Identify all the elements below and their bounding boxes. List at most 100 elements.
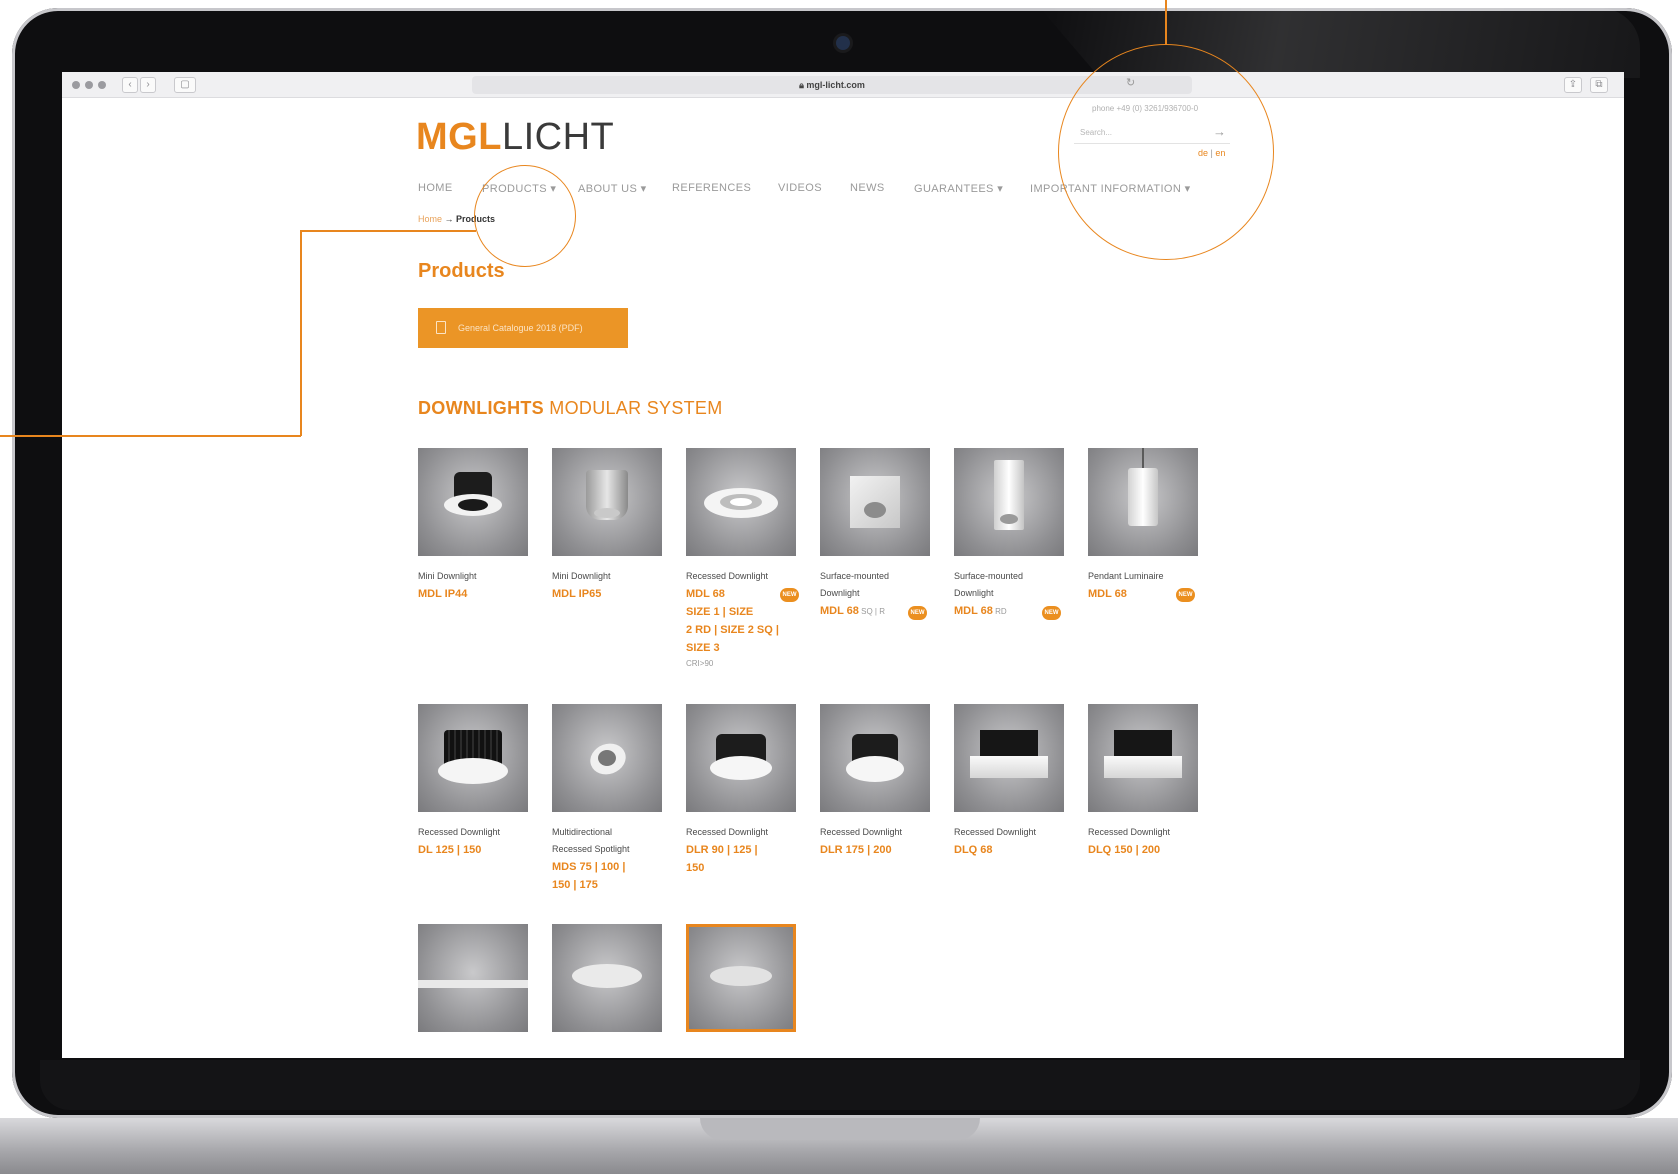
section-title-strong: DOWNLIGHTS xyxy=(418,398,544,418)
product-card[interactable] xyxy=(552,924,662,1032)
product-image[interactable] xyxy=(552,704,662,812)
callout-line xyxy=(300,230,476,232)
product-model-line[interactable]: 150 | 175 xyxy=(552,876,662,894)
product-cri: CRI>90 xyxy=(686,659,714,668)
product-image[interactable] xyxy=(418,704,528,812)
nav-item-about-us[interactable]: ABOUT US ▾ xyxy=(578,182,647,195)
section-title-rest: MODULAR SYSTEM xyxy=(544,398,723,418)
callout-circle-search xyxy=(1058,44,1274,260)
product-image[interactable] xyxy=(686,448,796,556)
product-image[interactable] xyxy=(954,448,1064,556)
product-description-line2: Downlight xyxy=(954,588,994,598)
product-description: Recessed Downlight xyxy=(686,827,769,837)
new-badge: NEW xyxy=(1176,588,1195,602)
forward-button[interactable]: › xyxy=(140,77,156,93)
product-description: Recessed Downlight xyxy=(1088,827,1171,837)
callout-line xyxy=(300,230,302,436)
browser-toolbar: ‹ › ▢ 🔒︎ mgl-licht.com ↻ ⇪ ⧉ xyxy=(62,72,1624,98)
camera-icon xyxy=(836,36,850,50)
product-image[interactable] xyxy=(686,704,796,812)
nav-item-news[interactable]: NEWS xyxy=(850,182,885,194)
product-card[interactable]: Surface-mounted Downlight MDL 68 SQ | R … xyxy=(820,448,930,621)
tabs-icon[interactable]: ⧉ xyxy=(1590,77,1608,93)
product-card[interactable]: Mini Downlight MDL IP44 xyxy=(418,448,528,603)
product-image[interactable] xyxy=(418,924,528,1032)
nav-item-home[interactable]: HOME xyxy=(418,182,453,194)
nav-item-guarantees[interactable]: GUARANTEES ▾ xyxy=(914,182,1003,195)
product-model-line[interactable]: 150 xyxy=(686,859,796,877)
product-image[interactable] xyxy=(820,448,930,556)
sidebar-button[interactable]: ▢ xyxy=(174,77,196,93)
new-badge: NEW xyxy=(908,606,927,620)
laptop-chin xyxy=(40,1060,1640,1110)
product-card[interactable] xyxy=(418,924,528,1032)
product-card[interactable]: Multidirectional Recessed Spotlight MDS … xyxy=(552,704,662,894)
product-description: Pendant Luminaire xyxy=(1088,571,1164,581)
product-model[interactable]: MDL IP44 xyxy=(418,585,528,603)
share-icon[interactable]: ⇪ xyxy=(1564,77,1582,93)
site-logo[interactable]: MGLLICHT xyxy=(416,116,614,159)
product-card[interactable]: Recessed Downlight MDL 68 SIZE 1 | SIZE … xyxy=(686,448,799,671)
url-text: mgl-licht.com xyxy=(806,80,865,90)
product-model[interactable]: DLQ 68 xyxy=(954,841,1064,859)
product-image[interactable] xyxy=(1088,704,1198,812)
product-card[interactable]: Recessed Downlight DLQ 68 xyxy=(954,704,1064,859)
product-image[interactable] xyxy=(1088,448,1198,556)
new-badge: NEW xyxy=(1042,606,1061,620)
nav-item-references[interactable]: REFERENCES xyxy=(672,182,751,194)
section-title: DOWNLIGHTS MODULAR SYSTEM xyxy=(418,398,723,419)
product-card[interactable]: Mini Downlight MDL IP65 xyxy=(552,448,662,603)
catalogue-download-button[interactable]: General Catalogue 2018 (PDF) xyxy=(418,308,628,348)
pdf-document-icon xyxy=(436,321,446,334)
product-card[interactable]: Surface-mounted Downlight MDL 68 RD NEW xyxy=(954,448,1064,621)
product-card[interactable]: Recessed Downlight DLQ 150 | 200 xyxy=(1088,704,1198,859)
product-model-variant: SQ | R xyxy=(858,607,886,616)
product-image[interactable] xyxy=(418,448,528,556)
product-model[interactable]: DLR 175 | 200 xyxy=(820,841,930,859)
product-card[interactable]: Recessed Downlight DLR 90 | 125 | 150 xyxy=(686,704,796,877)
product-card[interactable]: Pendant Luminaire MDL 68 NEW xyxy=(1088,448,1198,603)
close-window-icon[interactable] xyxy=(72,81,80,89)
back-button[interactable]: ‹ xyxy=(122,77,138,93)
product-model-line[interactable]: MDS 75 | 100 | xyxy=(552,858,662,876)
minimize-window-icon[interactable] xyxy=(85,81,93,89)
product-image[interactable] xyxy=(820,704,930,812)
screen: ‹ › ▢ 🔒︎ mgl-licht.com ↻ ⇪ ⧉ MGLLICHT ph… xyxy=(62,72,1624,1058)
nav-item-videos[interactable]: VIDEOS xyxy=(778,182,822,194)
product-description: Mini Downlight xyxy=(552,571,611,581)
product-card[interactable] xyxy=(686,924,796,1032)
product-model-line[interactable]: DLR 90 | 125 | xyxy=(686,841,796,859)
product-description: Mini Downlight xyxy=(418,571,477,581)
logo-licht: LICHT xyxy=(501,116,615,158)
logo-mgl: MGL xyxy=(416,116,502,158)
product-card[interactable]: Recessed Downlight DL 125 | 150 xyxy=(418,704,528,859)
product-description: Recessed Downlight xyxy=(820,827,903,837)
product-description-line2: Downlight xyxy=(820,588,860,598)
product-description: Multidirectional xyxy=(552,827,613,837)
product-image[interactable] xyxy=(552,448,662,556)
product-model-name: MDL 68 xyxy=(954,605,993,617)
product-model[interactable]: DLQ 150 | 200 xyxy=(1088,841,1198,859)
page-title: Products xyxy=(418,260,505,282)
product-image[interactable] xyxy=(552,924,662,1032)
breadcrumb-home[interactable]: Home xyxy=(418,214,442,224)
product-model[interactable]: DL 125 | 150 xyxy=(418,841,528,859)
new-badge: NEW xyxy=(780,588,799,602)
product-description: Recessed Downlight xyxy=(686,571,769,581)
breadcrumb-arrow-icon: → xyxy=(444,214,454,224)
product-model-line[interactable]: SIZE 1 | SIZE xyxy=(686,603,796,621)
product-description: Surface-mounted xyxy=(820,571,890,581)
product-model-line[interactable]: SIZE 3 xyxy=(686,639,796,657)
product-description: Recessed Downlight xyxy=(418,827,501,837)
product-description: Recessed Downlight xyxy=(954,827,1037,837)
laptop-notch xyxy=(700,1118,980,1140)
product-model-line[interactable]: 2 RD | SIZE 2 SQ | xyxy=(686,621,796,639)
zoom-window-icon[interactable] xyxy=(98,81,106,89)
product-description: Surface-mounted xyxy=(954,571,1024,581)
callout-line xyxy=(0,435,301,437)
product-model[interactable]: MDL IP65 xyxy=(552,585,662,603)
website: MGLLICHT phone +49 (0) 3261/936700-0 Sea… xyxy=(62,98,1624,1058)
product-card[interactable]: Recessed Downlight DLR 175 | 200 xyxy=(820,704,930,859)
product-image[interactable] xyxy=(954,704,1064,812)
product-image-selected[interactable] xyxy=(686,924,796,1032)
